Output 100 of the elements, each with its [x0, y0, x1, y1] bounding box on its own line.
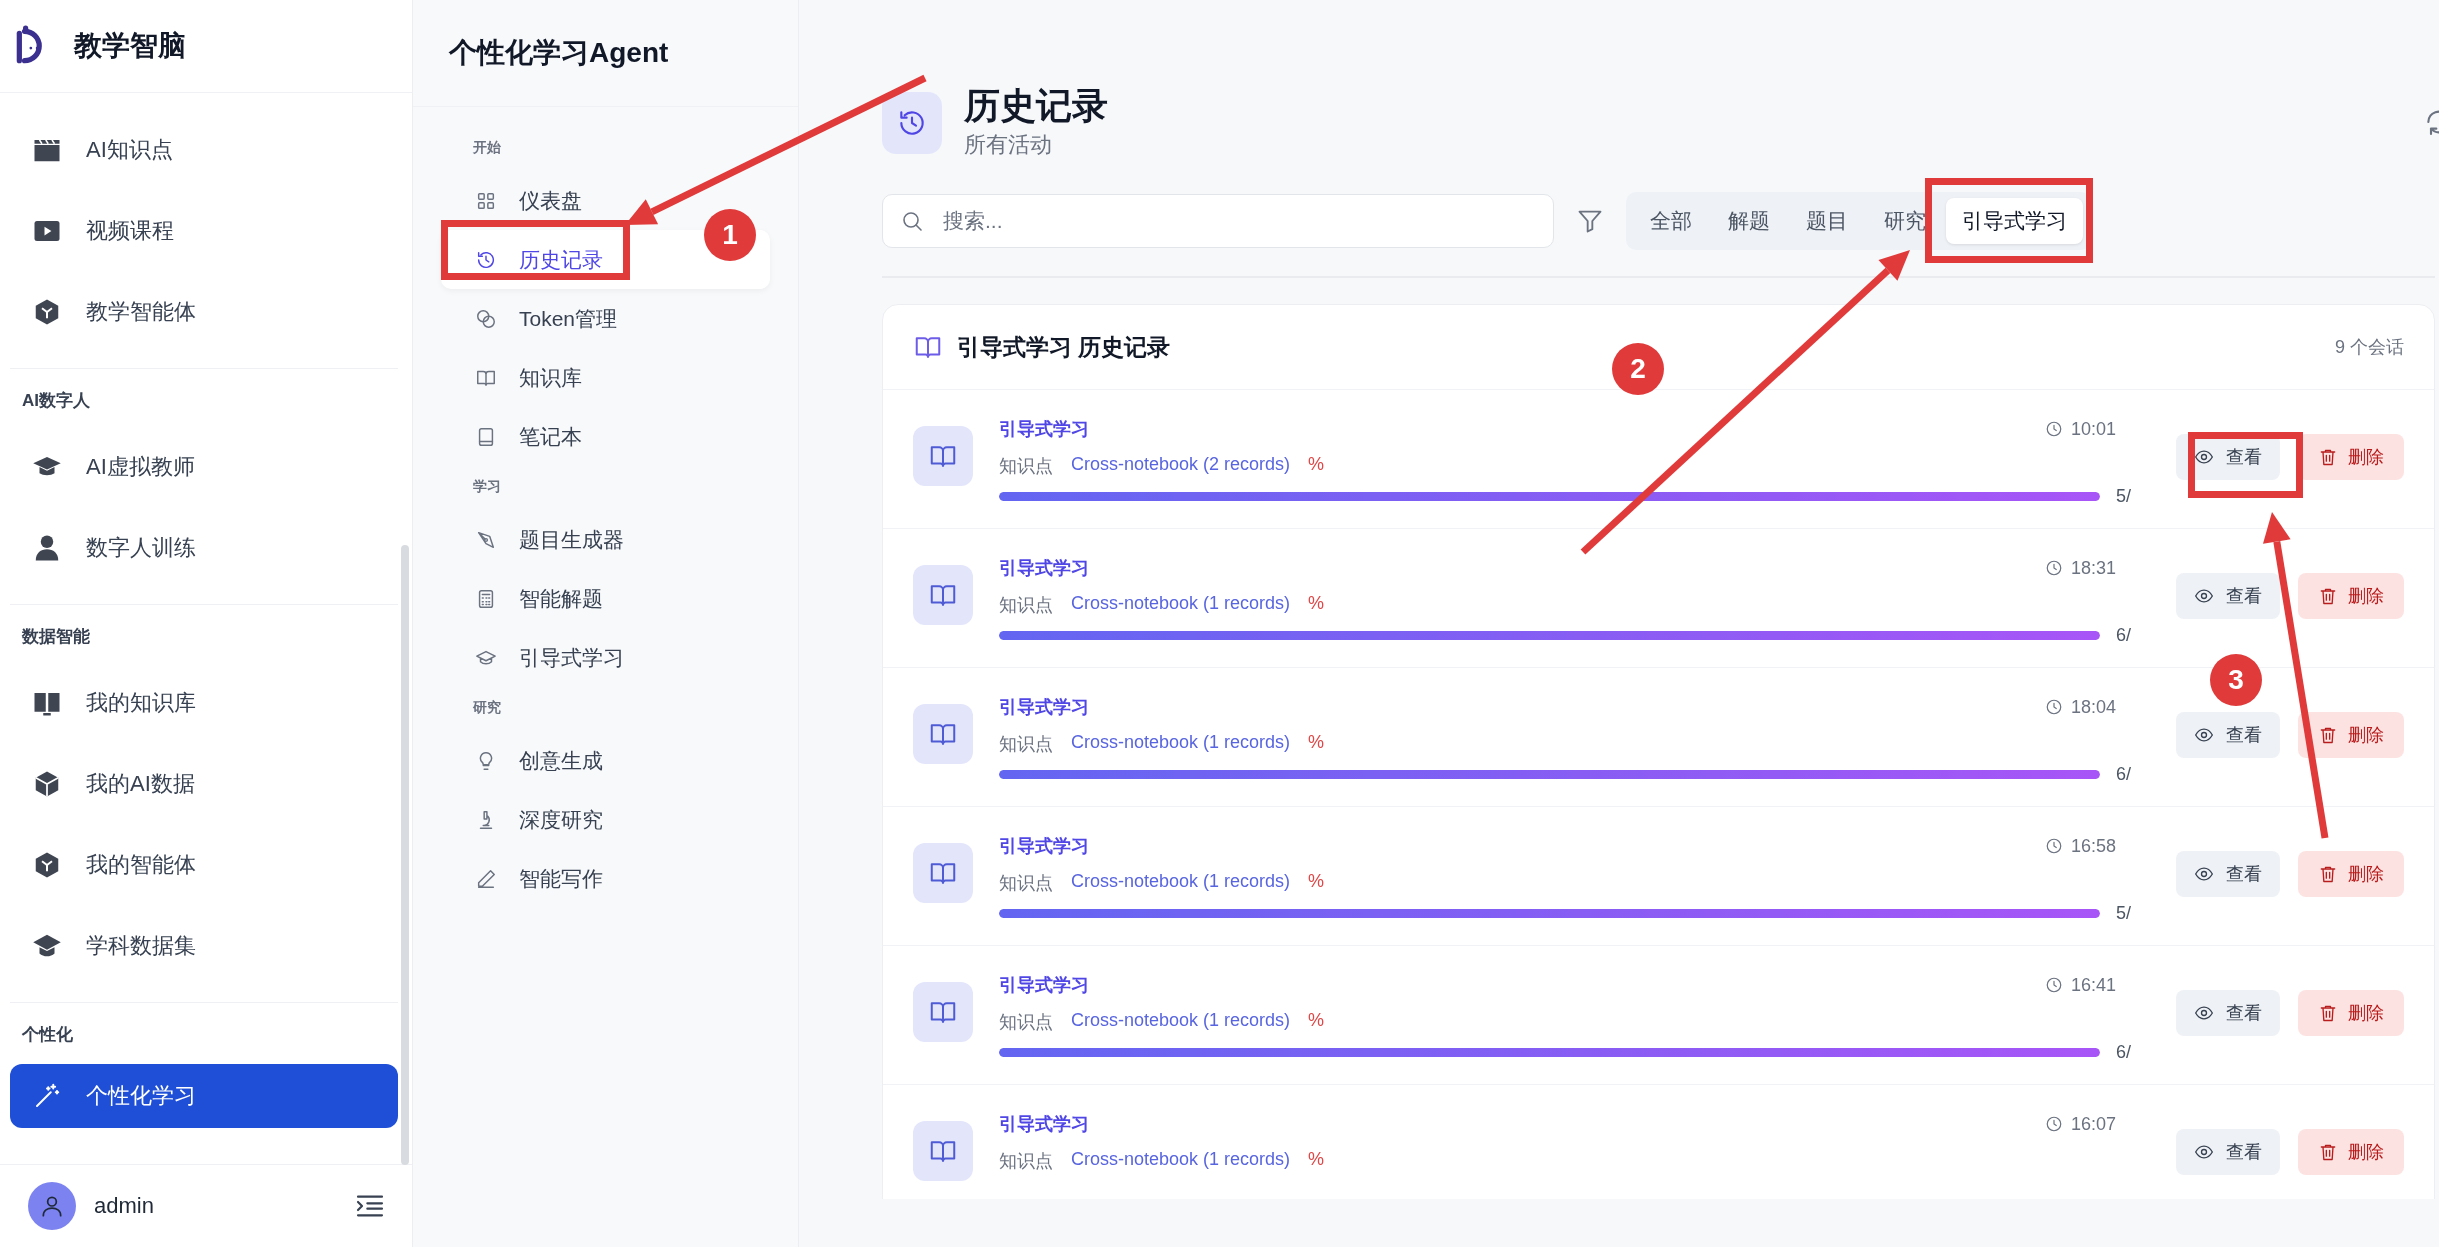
- field-label: 知识点: [999, 1011, 1053, 1034]
- sidebar-item[interactable]: 我的知识库: [10, 662, 398, 743]
- session-count: 9 个会话: [2335, 336, 2404, 359]
- clock-icon: [2044, 837, 2063, 855]
- search-icon: [900, 209, 924, 233]
- field-label: 知识点: [999, 455, 1053, 478]
- panel-title: 个性化学习Agent: [449, 36, 669, 70]
- percent-text: %: [1308, 593, 1325, 615]
- session-title[interactable]: 引导式学习: [999, 1112, 1089, 1136]
- percent-text: %: [1308, 454, 1325, 476]
- progress-text: 5/: [2116, 903, 2132, 924]
- delete-button[interactable]: 删除: [2298, 1129, 2404, 1175]
- delete-button[interactable]: 删除: [2298, 990, 2404, 1036]
- section-title: 学习: [472, 477, 501, 496]
- card-title: 引导式学习 历史记录: [957, 332, 1172, 362]
- nav-item[interactable]: 智能写作: [441, 849, 603, 908]
- sidebar-item[interactable]: 学科数据集: [10, 905, 398, 986]
- session-title[interactable]: 引导式学习: [999, 834, 1089, 858]
- sidebar-item[interactable]: 个性化学习: [10, 1064, 398, 1128]
- source-text: Cross-notebook (1 records): [1071, 1149, 1291, 1171]
- page-title: 历史记录: [964, 86, 1108, 126]
- view-button[interactable]: 查看: [2176, 990, 2280, 1036]
- clock-icon: [2044, 559, 2063, 577]
- source-text: Cross-notebook (1 records): [1071, 1010, 1291, 1032]
- progress-text: 6/: [2116, 625, 2132, 646]
- filter-tab[interactable]: 解题: [1712, 198, 1786, 244]
- coins-icon: [475, 307, 497, 330]
- session-time: 18:04: [2070, 696, 2116, 718]
- trash-icon: [2318, 725, 2338, 745]
- page-subtitle: 所有活动: [964, 130, 1053, 159]
- nav-item[interactable]: 题目生成器: [441, 510, 624, 569]
- nav-item[interactable]: 笔记本: [441, 407, 582, 466]
- session-title[interactable]: 引导式学习: [999, 417, 1089, 441]
- field-label: 知识点: [999, 1150, 1053, 1173]
- filter-tab[interactable]: 题目: [1790, 198, 1864, 244]
- view-button[interactable]: 查看: [2176, 573, 2280, 619]
- sidebar-item[interactable]: 我的智能体: [10, 824, 398, 905]
- session-title[interactable]: 引导式学习: [999, 973, 1089, 997]
- trash-icon: [2318, 1003, 2338, 1023]
- percent-text: %: [1308, 1149, 1325, 1171]
- view-button[interactable]: 查看: [2176, 851, 2280, 897]
- clock-icon: [2044, 1115, 2063, 1133]
- nav-item[interactable]: 创意生成: [441, 731, 603, 790]
- percent-text: %: [1308, 871, 1325, 893]
- session-time: 16:58: [2070, 835, 2116, 857]
- section-title: 数据智能: [21, 626, 91, 648]
- delete-button[interactable]: 删除: [2298, 851, 2404, 897]
- nav-item[interactable]: 仪表盘: [441, 171, 582, 230]
- session-time: 18:31: [2070, 557, 2116, 579]
- clock-icon: [2044, 698, 2063, 716]
- filter-tab[interactable]: 全部: [1634, 198, 1708, 244]
- source-text: Cross-notebook (2 records): [1071, 454, 1291, 476]
- sidebar-item[interactable]: 视频课程: [10, 190, 398, 271]
- progress-text: 5/: [2116, 486, 2132, 507]
- search-field[interactable]: 搜索...: [882, 194, 1554, 248]
- source-text: Cross-notebook (1 records): [1071, 732, 1291, 754]
- delete-button[interactable]: 删除: [2298, 712, 2404, 758]
- section-title: 开始: [472, 138, 501, 157]
- view-button[interactable]: 查看: [2176, 712, 2280, 758]
- view-button[interactable]: 查看: [2176, 1129, 2280, 1175]
- nav-item[interactable]: Token管理: [441, 289, 618, 348]
- filter-tab[interactable]: 引导式学习: [1946, 198, 2083, 244]
- delete-button[interactable]: 删除: [2298, 573, 2404, 619]
- user-name: admin: [94, 1193, 155, 1219]
- brand-name: 教学智脑: [74, 29, 186, 63]
- pencil-icon: [475, 867, 497, 890]
- session-time: 16:07: [2070, 1113, 2116, 1135]
- clock-icon: [2044, 420, 2063, 438]
- progress-text: 6/: [2116, 764, 2132, 785]
- session-title[interactable]: 引导式学习: [999, 556, 1089, 580]
- sidebar-item[interactable]: 数字人训练: [10, 507, 398, 588]
- source-text: Cross-notebook (1 records): [1071, 871, 1291, 893]
- trash-icon: [2318, 864, 2338, 884]
- percent-text: %: [1308, 1010, 1325, 1032]
- session-time: 10:01: [2070, 418, 2116, 440]
- clock-icon: [2044, 976, 2063, 994]
- filter-tab[interactable]: 研究: [1868, 198, 1942, 244]
- percent-text: %: [1308, 732, 1325, 754]
- sidebar-item[interactable]: AI知识点: [10, 109, 398, 190]
- nav-item[interactable]: 引导式学习: [441, 628, 624, 687]
- progress-text: 6/: [2116, 1042, 2132, 1063]
- nav-item[interactable]: 智能解题: [441, 569, 603, 628]
- field-label: 知识点: [999, 733, 1053, 756]
- section-title: AI数字人: [21, 390, 91, 412]
- scrollbar[interactable]: [401, 545, 409, 1165]
- section-title: 研究: [472, 698, 501, 717]
- sidebar-item[interactable]: 我的AI数据: [10, 743, 398, 824]
- session-title[interactable]: 引导式学习: [999, 695, 1089, 719]
- session-time: 16:41: [2070, 974, 2116, 996]
- trash-icon: [2318, 1142, 2338, 1162]
- trash-icon: [2318, 447, 2338, 467]
- sidebar-item[interactable]: AI虚拟教师: [10, 426, 398, 507]
- sidebar-item[interactable]: 教学智能体: [10, 271, 398, 352]
- field-label: 知识点: [999, 594, 1053, 617]
- trash-icon: [2318, 586, 2338, 606]
- field-label: 知识点: [999, 872, 1053, 895]
- section-title: 个性化: [21, 1024, 74, 1046]
- source-text: Cross-notebook (1 records): [1071, 593, 1291, 615]
- nav-item[interactable]: 深度研究: [441, 790, 603, 849]
- nav-item[interactable]: 知识库: [441, 348, 582, 407]
